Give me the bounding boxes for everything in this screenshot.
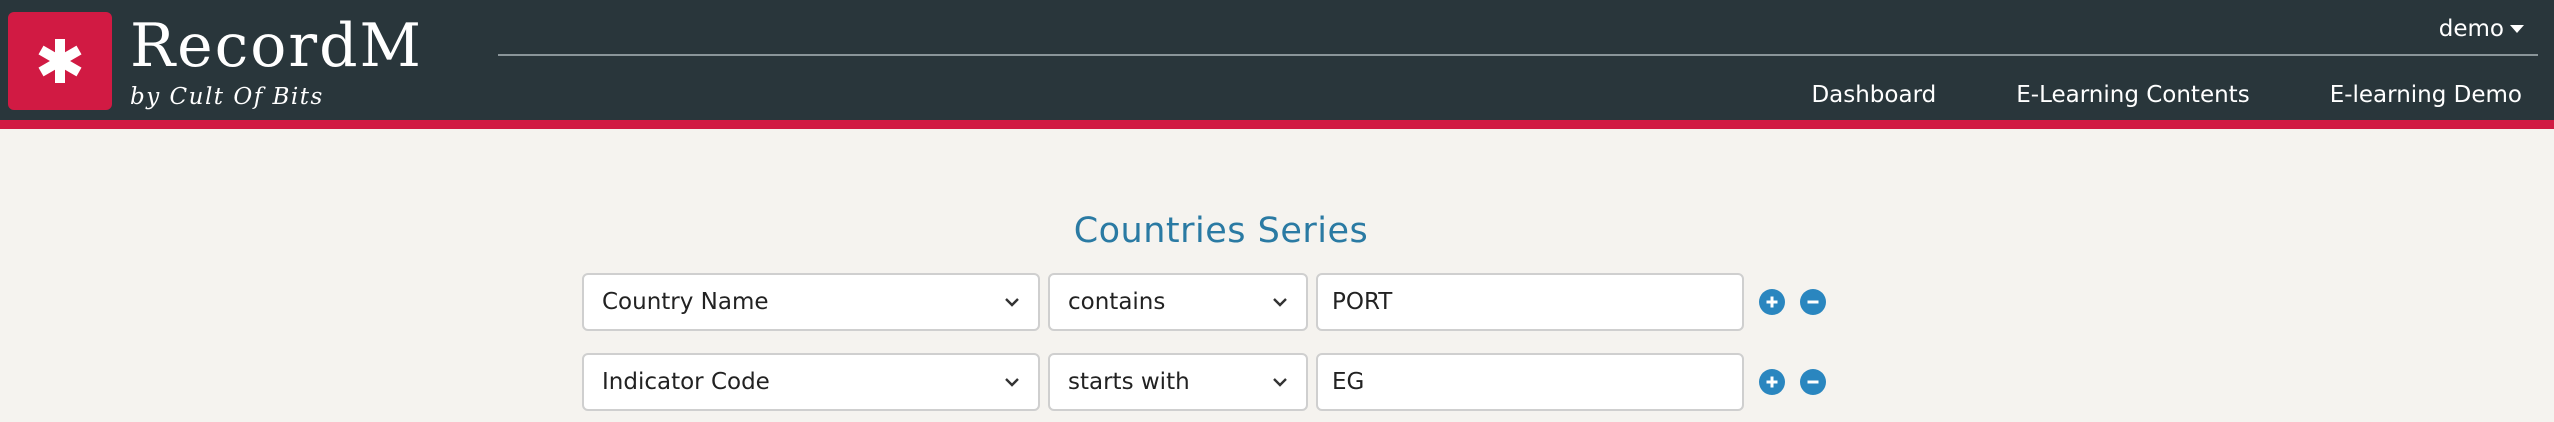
chevron-down-icon (1005, 298, 1019, 307)
caret-down-icon (2510, 25, 2524, 33)
plus-circle-icon (1766, 296, 1778, 308)
minus-circle-icon (1807, 380, 1819, 384)
app-header: RecordM by Cult Of Bits demo Dashboard E… (0, 0, 2554, 129)
remove-filter-button[interactable] (1800, 369, 1826, 395)
header-divider (498, 54, 2538, 56)
logo[interactable] (8, 12, 112, 110)
remove-filter-button[interactable] (1800, 289, 1826, 315)
brand-name: RecordM (130, 11, 423, 81)
filter-value-input[interactable] (1316, 273, 1744, 331)
nav-item-dashboard[interactable]: Dashboard (1811, 78, 1936, 112)
nav-item-e-learning-contents[interactable]: E-Learning Contents (2016, 78, 2249, 112)
field-select-value: Indicator Code (602, 369, 770, 395)
operator-select-value: starts with (1068, 369, 1190, 395)
field-select[interactable]: Country Name (582, 273, 1040, 331)
add-filter-button[interactable] (1759, 369, 1785, 395)
page-title: Countries Series (1073, 211, 1369, 251)
asterisk-icon (38, 39, 82, 83)
add-filter-button[interactable] (1759, 289, 1785, 315)
operator-select[interactable]: starts with (1048, 353, 1308, 411)
nav-item-e-learning-demo[interactable]: E-learning Demo (2330, 78, 2522, 112)
plus-circle-icon (1766, 376, 1778, 388)
operator-select[interactable]: contains (1048, 273, 1308, 331)
chevron-down-icon (1273, 378, 1287, 387)
minus-circle-icon (1807, 300, 1819, 304)
filter-row: Country Name contains (582, 273, 1882, 331)
main-nav: Dashboard E-Learning Contents E-learning… (1811, 78, 2522, 112)
filter-value-input[interactable] (1316, 353, 1744, 411)
brand-subtitle: by Cult Of Bits (130, 84, 324, 110)
user-menu-label: demo (2438, 16, 2504, 42)
filter-row: Indicator Code starts with (582, 353, 1882, 411)
user-menu[interactable]: demo (2439, 12, 2524, 46)
operator-select-value: contains (1068, 289, 1166, 315)
chevron-down-icon (1005, 378, 1019, 387)
chevron-down-icon (1273, 298, 1287, 307)
field-select-value: Country Name (602, 289, 769, 315)
field-select[interactable]: Indicator Code (582, 353, 1040, 411)
